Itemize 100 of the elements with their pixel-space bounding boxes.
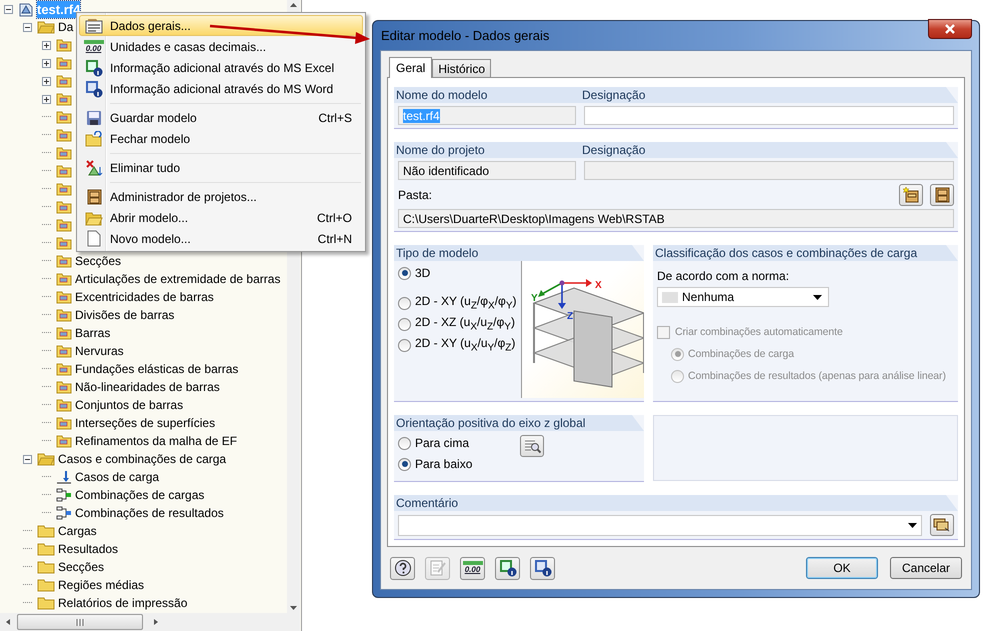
folder-icon (56, 254, 72, 268)
folder-icon (56, 38, 72, 52)
menu-item[interactable]: Abrir modelo... Ctrl+O (79, 207, 363, 228)
folder-icon (56, 272, 72, 286)
menu-item[interactable]: Administrador de projetos... (79, 186, 363, 207)
close-button[interactable] (928, 18, 972, 38)
folder-icon (56, 308, 72, 322)
menu-item[interactable]: Novo modelo... Ctrl+N (79, 228, 363, 249)
open-folder-icon (37, 20, 55, 34)
menu-item[interactable]: Informação adicional através do MS Word (79, 78, 363, 99)
section-title: Comentário (396, 496, 458, 510)
tab[interactable]: Histórico (432, 59, 492, 77)
radio-option[interactable]: 2D - XY (u$_{Z}$/φ$_{X}$/φ$_{Y}$) (398, 295, 517, 311)
expander-icon[interactable] (4, 4, 13, 14)
help-button[interactable] (390, 556, 415, 580)
comment-library-button[interactable] (930, 514, 954, 536)
expander-icon[interactable] (42, 58, 51, 68)
tab[interactable]: Geral (389, 57, 432, 78)
section-title: Tipo de modelo (396, 246, 478, 260)
close-icon (944, 24, 956, 34)
scrollbar-thumb[interactable] (17, 614, 143, 630)
tree-item[interactable]: Secções (75, 253, 122, 269)
expander-icon[interactable] (23, 22, 32, 32)
tree-item[interactable]: Casos de carga (75, 469, 160, 485)
expander-icon[interactable] (42, 94, 51, 104)
save-icon (86, 110, 102, 126)
folder-icon (56, 110, 72, 124)
grip-icon (75, 618, 85, 626)
tree-item[interactable]: Fundações elásticas de barras (75, 361, 238, 377)
input-field[interactable] (584, 161, 954, 180)
delete-icon (84, 158, 102, 176)
tree-item[interactable]: Da (58, 19, 74, 35)
expander-icon[interactable] (23, 454, 32, 464)
folder-icon (56, 92, 72, 106)
tree-item[interactable]: Excentricidades de barras (75, 289, 214, 305)
tree-item[interactable]: Refinamentos da malha de EF (75, 433, 238, 449)
tree-item[interactable]: Combinações de cargas (75, 487, 204, 503)
input-field[interactable]: Não identificado (398, 161, 576, 180)
spreadsheet-info-icon (84, 58, 102, 76)
folder-icon (56, 236, 72, 250)
folder-icon (56, 326, 72, 340)
menu-item[interactable]: 0.00 Unidades e casas decimais... (79, 36, 363, 57)
tree-item[interactable]: Combinações de resultados (75, 505, 224, 521)
tree-item[interactable]: Divisões de barras (75, 307, 174, 323)
expander-icon[interactable] (42, 40, 51, 50)
folder-icon (37, 542, 55, 556)
tree-item[interactable]: Regiões médias (58, 577, 144, 593)
dropdown-arrow-icon (908, 522, 917, 528)
word-button[interactable] (530, 556, 555, 580)
folder-icon (56, 200, 72, 214)
folder-icon (56, 56, 72, 70)
folder-icon (37, 596, 55, 610)
expander-icon[interactable] (42, 76, 51, 86)
units-button[interactable]: 0.00 (460, 556, 485, 580)
tree-item[interactable]: Cargas (58, 523, 97, 539)
folder-icon (37, 560, 55, 574)
menu-item[interactable]: Eliminar tudo (79, 157, 363, 178)
field-label: Designação (582, 143, 646, 157)
tree-item[interactable]: Conjuntos de barras (75, 397, 184, 413)
input-field[interactable] (584, 106, 954, 125)
menu-item[interactable]: Dados gerais... (79, 15, 363, 36)
new-document-icon (86, 230, 100, 247)
folder-icon (56, 398, 72, 412)
open-folder-icon (84, 210, 102, 226)
tree-item[interactable]: Barras (75, 325, 110, 341)
folder-icon (56, 74, 72, 88)
radio-option[interactable]: 2D - XY (u$_{X}$/u$_{Y}$/φ$_{Z}$) (398, 337, 517, 353)
new-project-button[interactable] (899, 184, 923, 206)
radio-option[interactable]: 2D - XZ (u$_{X}$/u$_{Z}$/φ$_{Y}$) (398, 316, 517, 332)
tree-item[interactable]: Relatórios de impressão (58, 595, 188, 611)
combination-icon (56, 488, 72, 502)
ok-button[interactable]: OK (806, 557, 878, 579)
folder-icon (56, 146, 72, 160)
project-manager-button[interactable] (930, 184, 954, 206)
tree-item[interactable]: Casos e combinações de carga (58, 451, 226, 467)
menu-item[interactable]: Guardar modelo Ctrl+S (79, 107, 363, 128)
folder-icon (84, 130, 102, 146)
folder-icon (56, 182, 72, 196)
combination-icon (56, 506, 72, 520)
open-folder-icon (37, 452, 55, 466)
radio-option[interactable]: Para cima (398, 435, 516, 451)
tree-item[interactable]: Nervuras (75, 343, 124, 359)
tree-item[interactable]: Não-linearidades de barras (75, 379, 220, 395)
folder-icon (56, 128, 72, 142)
tree-item[interactable]: Articulações de extremidade de barras (75, 271, 280, 287)
horizontal-scrollbar[interactable] (0, 613, 300, 631)
menu-item[interactable]: Fechar modelo (79, 128, 363, 149)
menu-item[interactable]: Informação adicional através do MS Excel (79, 57, 363, 78)
radio-option[interactable]: 3D (398, 265, 517, 281)
folder-icon (37, 524, 55, 538)
excel-button[interactable] (495, 556, 520, 580)
cancel-button[interactable]: Cancelar (890, 557, 962, 579)
preview-button[interactable] (520, 435, 544, 457)
section-title: Classificação dos casos e combinações de carga (655, 246, 918, 260)
tree-item[interactable]: Secções (58, 559, 104, 575)
radio-option[interactable]: Para baixo (398, 456, 516, 472)
tree-item[interactable]: Interseções de superfícies (75, 415, 216, 431)
folder-path-field[interactable]: C:\Users\DuarteR\Desktop\Imagens Web\RSTAB (398, 209, 954, 228)
tree-item[interactable]: Resultados (58, 541, 118, 557)
folder-icon (56, 218, 72, 232)
